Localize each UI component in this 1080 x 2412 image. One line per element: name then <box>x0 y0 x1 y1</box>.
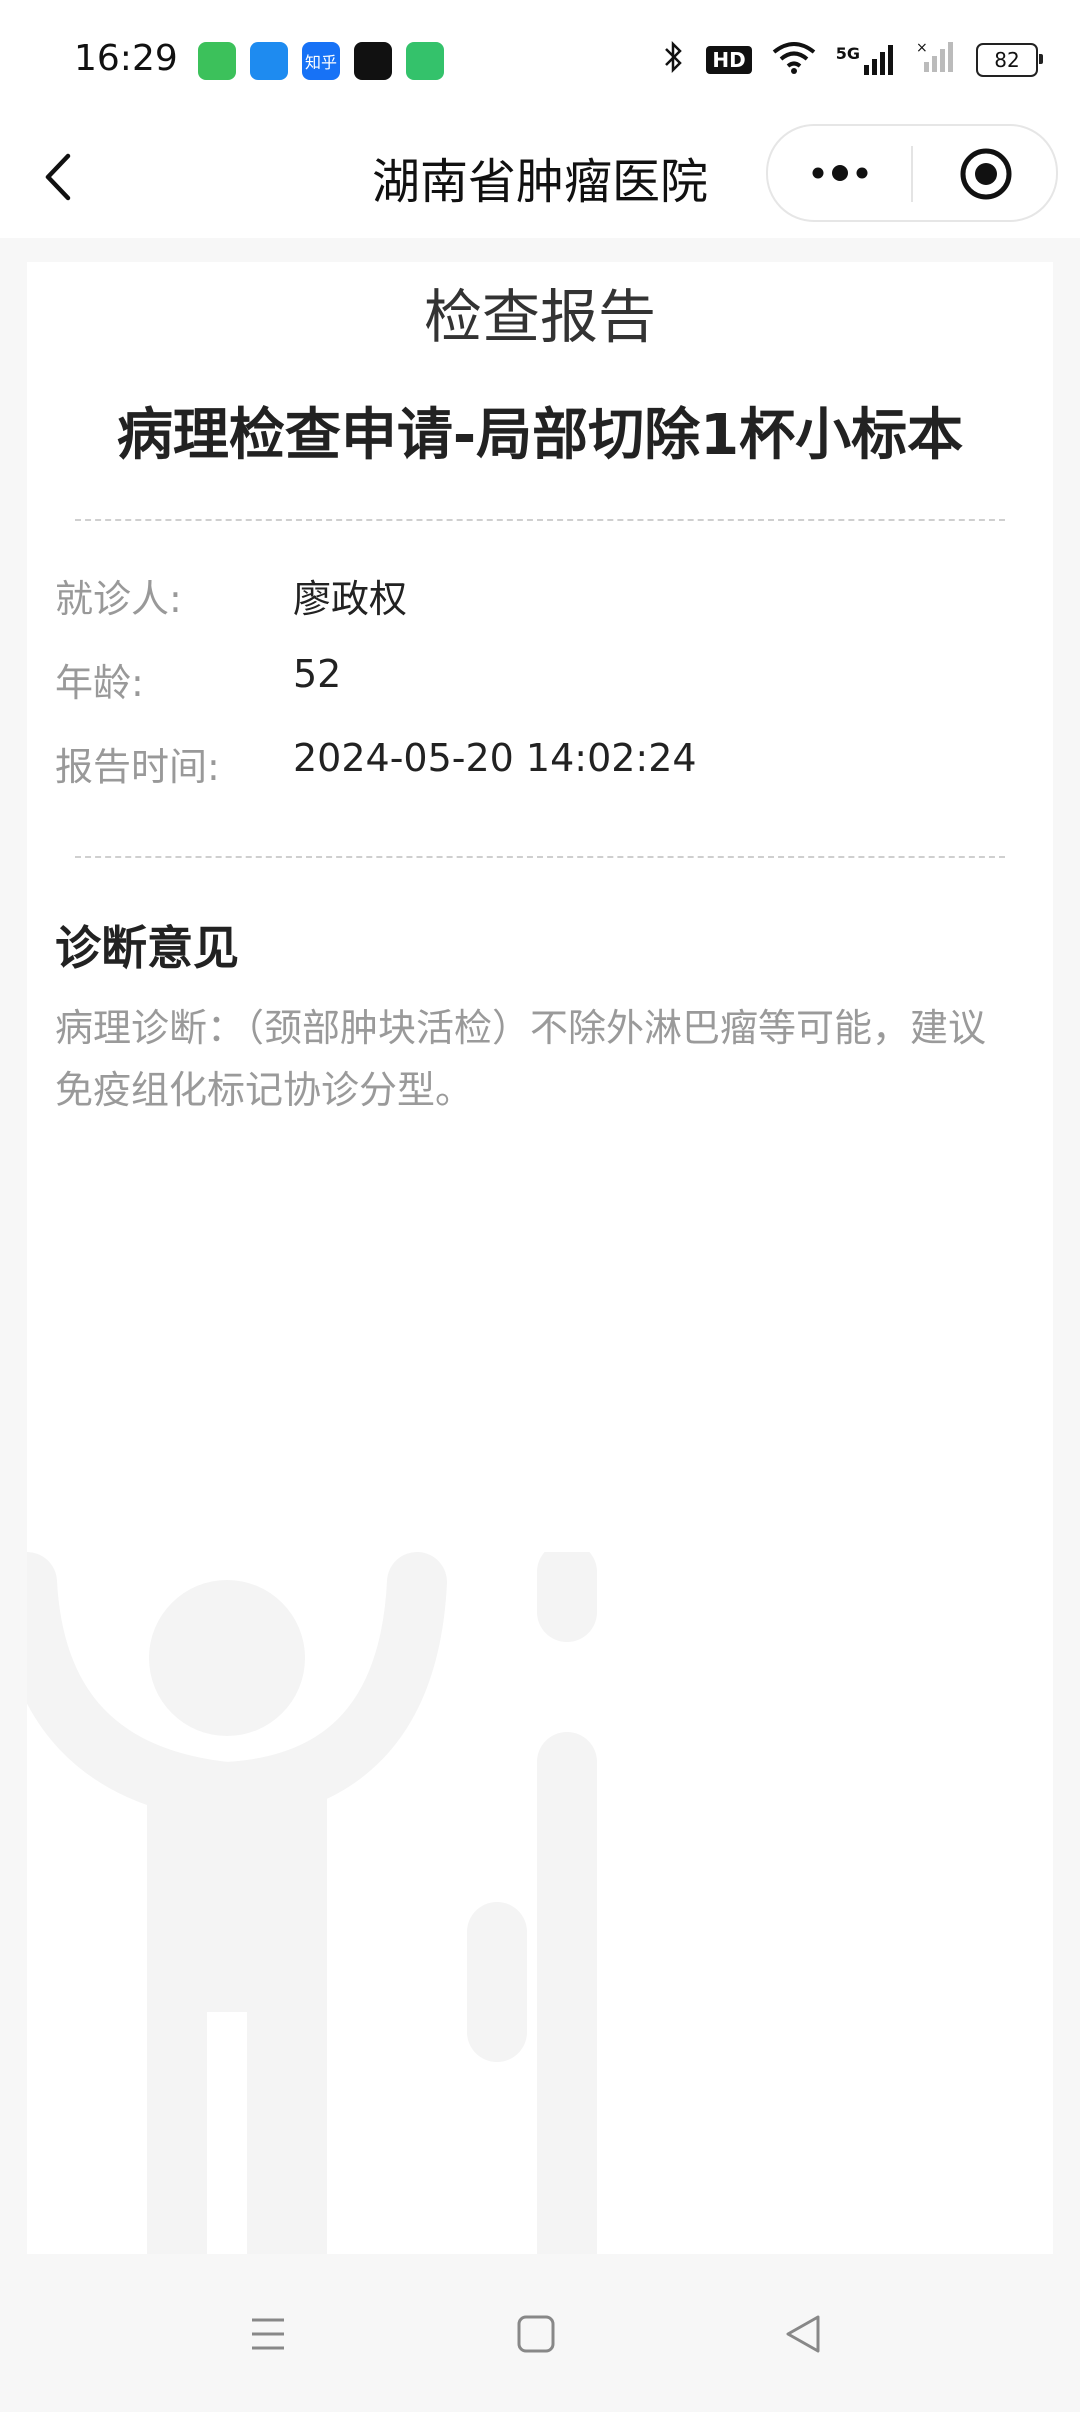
more-options-button[interactable] <box>804 155 876 191</box>
system-back-button[interactable] <box>774 2304 834 2364</box>
network-type-label: 5G <box>835 44 860 63</box>
square-home-icon <box>517 2315 555 2353</box>
zhihu-app-icon: 知乎 <box>302 42 340 80</box>
report-time-label: 报告时间: <box>55 745 220 789</box>
divider-middle <box>75 856 1005 858</box>
capsule-divider <box>911 146 913 202</box>
recent-apps-button[interactable] <box>238 2304 298 2364</box>
divider-top <box>75 519 1005 521</box>
patient-label: 就诊人: <box>55 577 182 621</box>
signal-no-service-icon: × <box>916 40 956 81</box>
target-circle-icon <box>960 148 1012 200</box>
patient-value: 廖政权 <box>293 577 408 621</box>
report-heading: 检查报告 <box>423 283 656 351</box>
status-indicators: HD 5G × 82 <box>662 36 1043 84</box>
tiktok-app-icon <box>354 42 392 80</box>
svg-text:×: × <box>916 40 928 56</box>
status-time: 16:29 <box>74 38 178 79</box>
age-label: 年龄: <box>55 661 144 705</box>
message-app-icon <box>198 42 236 80</box>
age-value: 52 <box>293 652 342 696</box>
mini-program-navbar: 湖南省肿瘤医院 <box>0 120 1080 238</box>
security-app-icon <box>406 42 444 80</box>
home-button[interactable] <box>506 2304 566 2364</box>
triangle-back-icon <box>786 2315 820 2353</box>
system-navigation-bar <box>0 2254 1080 2412</box>
diagnosis-section-title: 诊断意见 <box>55 921 239 975</box>
diagnosis-text: 病理诊断：（颈部肿块活检）不除外淋巴瘤等可能，建议免疫组化标记协诊分型。 <box>55 1006 987 1112</box>
hd-badge: HD <box>706 46 752 74</box>
exam-title: 病理检查申请-局部切除1杯小标本 <box>116 403 964 468</box>
phone-app-icon <box>250 42 288 80</box>
status-bar: 16:29 知乎 HD 5G × 82 <box>0 0 1080 120</box>
mini-program-capsule <box>766 124 1058 222</box>
more-dots-icon <box>812 165 868 181</box>
report-time-value: 2024-05-20 14:02:24 <box>293 736 697 780</box>
menu-lines-icon <box>252 2318 284 2350</box>
report-card: 检查报告 病理检查申请-局部切除1杯小标本 就诊人: 廖政权 年龄: 52 报告… <box>27 262 1053 2254</box>
bluetooth-icon <box>662 40 686 81</box>
battery-indicator: 82 <box>976 43 1043 77</box>
wifi-icon <box>772 40 816 81</box>
hospital-logo-watermark <box>27 1552 597 2254</box>
battery-level: 82 <box>994 48 1020 72</box>
signal-5g-icon: 5G <box>836 43 896 77</box>
close-mini-program-button[interactable] <box>958 146 1014 202</box>
